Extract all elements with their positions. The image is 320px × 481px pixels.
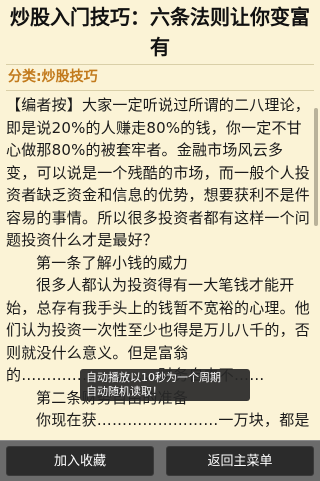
back-main-menu-button[interactable]: 返回主菜单 <box>166 446 314 476</box>
paragraph-body-2: 你现在获……………………一万块，都是 <box>36 411 310 429</box>
scrollbar-thumb[interactable] <box>314 108 318 226</box>
paragraph-editor-note: 【编者按】大家一定听说过所谓的二八理论，即是说20%的人赚走80%的钱，你一定不… <box>6 96 311 249</box>
paragraph-heading-1: 第一条了解小钱的威力 <box>36 253 189 272</box>
toast-line-2: 自动随机读取！ <box>86 385 163 398</box>
article-category: 分类:炒股技巧 <box>8 69 98 85</box>
category-divider <box>6 90 314 91</box>
autoplay-toast: 自动播放以10秒为一个周期 自动随机读取！ <box>80 369 250 401</box>
article-title: 炒股入门技巧：六条法则让你变富有 <box>10 5 310 59</box>
title-divider <box>6 64 314 65</box>
toast-line-1: 自动播放以10秒为一个周期 <box>86 371 221 384</box>
add-favorite-button[interactable]: 加入收藏 <box>6 446 154 476</box>
